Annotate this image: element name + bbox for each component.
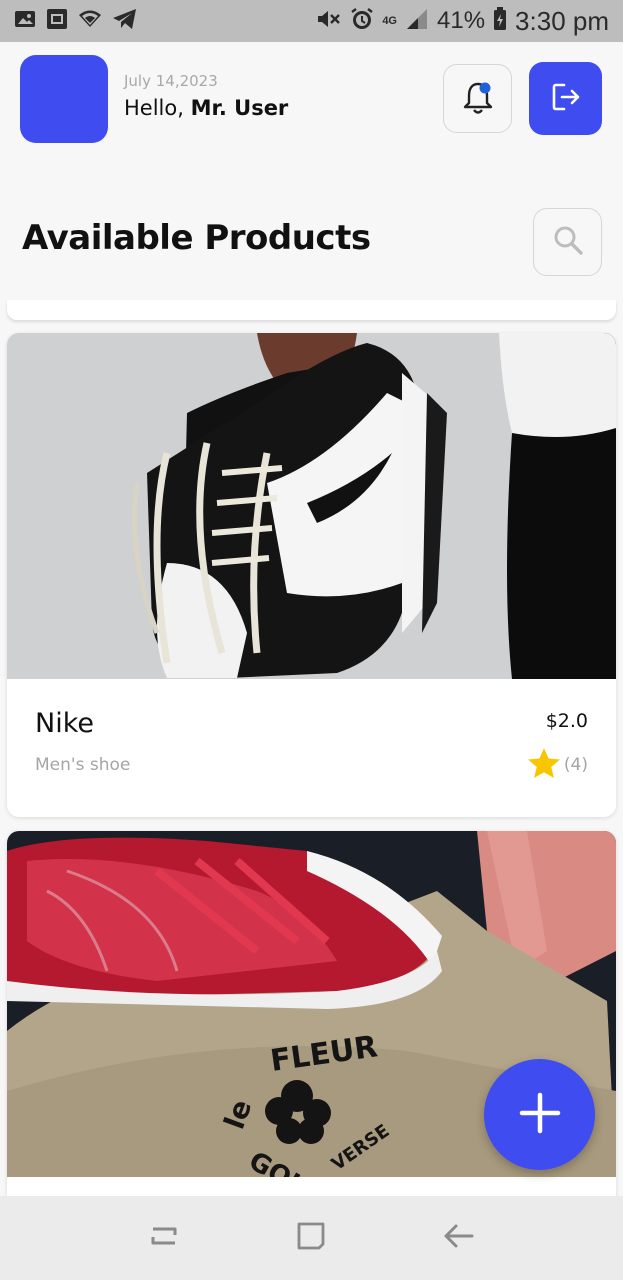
bell-icon <box>461 78 495 120</box>
user-name: Mr. User <box>190 96 289 120</box>
star-icon <box>527 747 561 783</box>
page-title: Available Products <box>22 218 371 258</box>
home-icon[interactable] <box>295 1220 327 1256</box>
status-bar-right: 4G 41% 3:30 pm <box>316 6 609 37</box>
wifi-icon <box>78 9 102 33</box>
plus-icon <box>518 1091 562 1139</box>
product-card[interactable]: Nike Men's shoe $2.0 (4) <box>7 333 616 817</box>
clock: 3:30 pm <box>515 5 609 36</box>
back-icon[interactable] <box>442 1221 476 1255</box>
product-image <box>7 333 616 679</box>
search-icon <box>551 223 585 261</box>
mute-icon <box>316 8 342 34</box>
signal-icon <box>405 8 429 34</box>
current-date: July 14,2023 <box>124 72 218 90</box>
logout-button[interactable] <box>529 62 602 135</box>
product-price: $2.0 <box>545 710 588 732</box>
product-category: Men's shoe <box>35 755 131 775</box>
rating-count: (4) <box>563 755 588 775</box>
greeting: Hello, Mr. User <box>124 96 288 120</box>
search-button[interactable] <box>533 208 602 276</box>
battery-percent: 41% <box>437 7 486 34</box>
greeting-prefix: Hello, <box>124 96 184 120</box>
battery-icon <box>493 7 507 35</box>
product-rating: (4) <box>527 747 588 783</box>
network-4g-icon: 4G <box>382 15 397 27</box>
system-nav-bar <box>0 1196 623 1280</box>
alarm-icon <box>350 7 374 35</box>
screenshot-icon <box>46 8 68 34</box>
add-product-button[interactable] <box>484 1059 595 1170</box>
previous-card-edge <box>7 300 616 320</box>
logout-icon <box>549 80 583 118</box>
recent-apps-icon[interactable] <box>147 1221 181 1255</box>
product-name: Nike <box>35 708 94 739</box>
notifications-button[interactable] <box>443 64 512 133</box>
image-icon <box>14 9 36 33</box>
telegram-icon <box>112 8 138 34</box>
status-bar-left <box>14 8 138 34</box>
avatar[interactable] <box>20 55 108 143</box>
status-bar: 4G 41% 3:30 pm <box>0 0 623 42</box>
